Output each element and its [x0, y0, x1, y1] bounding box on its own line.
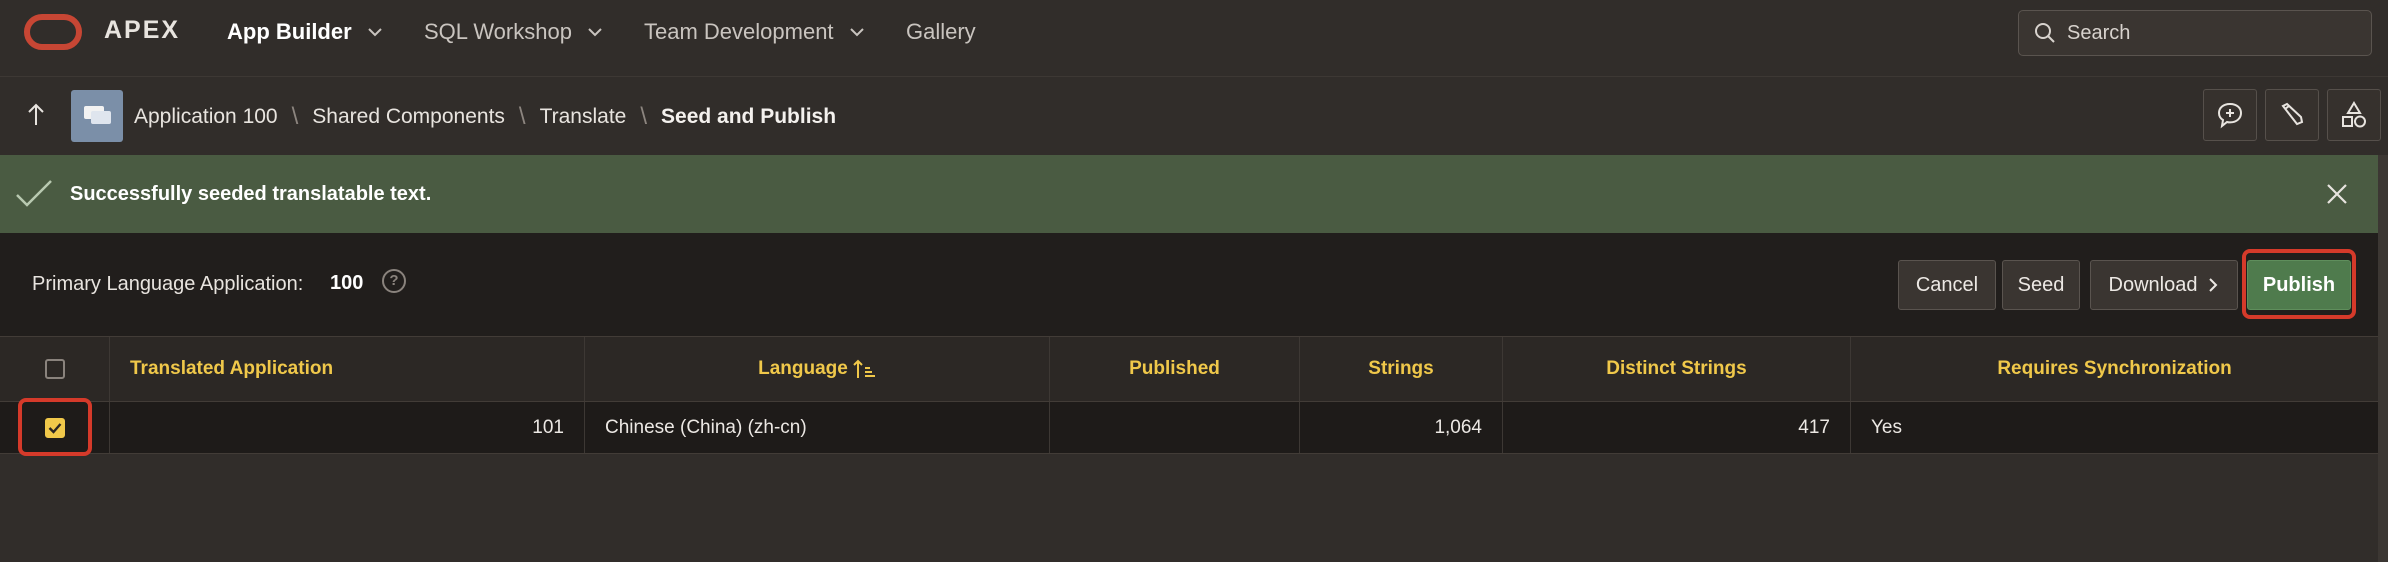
application-icon[interactable]	[71, 90, 123, 142]
check-icon	[48, 422, 61, 434]
edit-tool-button[interactable]	[2265, 89, 2319, 141]
apex-brand[interactable]: APEX	[104, 16, 180, 45]
download-button-label: Download	[2108, 273, 2198, 296]
translation-toolbar: Primary Language Application: 100 ? Canc…	[0, 233, 2378, 336]
cancel-button[interactable]: Cancel	[1898, 260, 1996, 310]
breadcrumb-separator: \	[518, 103, 526, 130]
cell-language: Chinese (China) (zh-cn)	[585, 402, 1050, 453]
primary-language-value: 100	[330, 272, 364, 294]
pencil-ruler-icon	[2281, 102, 2304, 126]
breadcrumb-separator: \	[291, 103, 299, 130]
seed-button[interactable]: Seed	[2002, 260, 2080, 310]
breadcrumb-shared-components[interactable]: Shared Components	[312, 105, 505, 129]
chat-bubbles-icon	[84, 106, 111, 124]
sort-ascending-icon	[853, 359, 875, 378]
nav-label: Team Development	[644, 19, 834, 44]
shapes-button[interactable]	[2327, 89, 2381, 141]
oracle-logo[interactable]	[24, 14, 82, 50]
close-icon[interactable]	[2324, 181, 2350, 207]
column-header-published[interactable]: Published	[1050, 337, 1300, 401]
chevron-right-icon	[2209, 278, 2218, 292]
column-header-translated-application[interactable]: Translated Application	[110, 337, 585, 401]
feedback-button[interactable]	[2203, 89, 2257, 141]
row-select-cell	[0, 402, 110, 453]
top-nav: APEX App Builder SQL Workshop Team Devel…	[0, 0, 2388, 77]
breadcrumb-application-100[interactable]: Application 100	[134, 105, 278, 129]
download-button[interactable]: Download	[2090, 260, 2238, 310]
row-checkbox[interactable]	[44, 417, 65, 438]
help-icon[interactable]: ?	[382, 269, 406, 293]
table-header: Translated Application Language Publishe…	[0, 336, 2378, 402]
nav-label: App Builder	[227, 19, 352, 44]
select-all-cell	[0, 337, 110, 401]
primary-language-label: Primary Language Application:	[32, 273, 304, 295]
cell-published	[1050, 402, 1300, 453]
search-icon	[2035, 23, 2055, 43]
column-header-strings[interactable]: Strings	[1300, 337, 1503, 401]
success-message-text: Successfully seeded translatable text.	[70, 183, 432, 205]
select-all-checkbox[interactable]	[44, 359, 65, 379]
feedback-icon	[2217, 102, 2243, 129]
shapes-icon	[2342, 101, 2366, 128]
breadcrumb-bar: Application 100 \ Shared Components \ Tr…	[0, 77, 2388, 155]
language-header-label: Language	[758, 358, 848, 379]
search-box[interactable]	[2018, 10, 2372, 56]
nav-label: Gallery	[906, 19, 976, 44]
breadcrumb: Application 100 \ Shared Components \ Tr…	[134, 103, 836, 131]
cell-distinct-strings: 417	[1503, 402, 1851, 453]
up-arrow-icon[interactable]	[24, 101, 48, 129]
breadcrumb-translate[interactable]: Translate	[540, 105, 627, 129]
cell-requires-synchronization: Yes	[1871, 416, 1902, 438]
nav-gallery[interactable]: Gallery	[906, 19, 976, 45]
nav-label: SQL Workshop	[424, 19, 572, 44]
chevron-down-icon	[588, 28, 602, 37]
page-scrollbar[interactable]	[2378, 155, 2388, 562]
column-header-distinct-strings[interactable]: Distinct Strings	[1503, 337, 1851, 401]
checkmark-icon	[16, 180, 52, 207]
cell-translated-application: 101	[110, 402, 585, 453]
column-header-language[interactable]: Language	[585, 337, 1050, 401]
nav-sql-workshop[interactable]: SQL Workshop	[424, 19, 604, 45]
column-header-requires-synchronization[interactable]: Requires Synchronization	[1851, 337, 2378, 401]
nav-team-development[interactable]: Team Development	[644, 19, 866, 45]
success-message-banner: Successfully seeded translatable text.	[0, 155, 2378, 233]
publish-button[interactable]: Publish	[2247, 260, 2351, 310]
chevron-down-icon	[367, 28, 382, 37]
nav-app-builder[interactable]: App Builder	[227, 19, 384, 45]
table-row[interactable]: 101 Chinese (China) (zh-cn) 1,064 417 Ye…	[0, 402, 2378, 454]
breadcrumb-separator: \	[640, 103, 648, 130]
chevron-down-icon	[849, 28, 864, 37]
search-input[interactable]	[2065, 20, 2359, 46]
cell-strings: 1,064	[1300, 402, 1503, 453]
breadcrumb-current-page: Seed and Publish	[661, 105, 837, 128]
